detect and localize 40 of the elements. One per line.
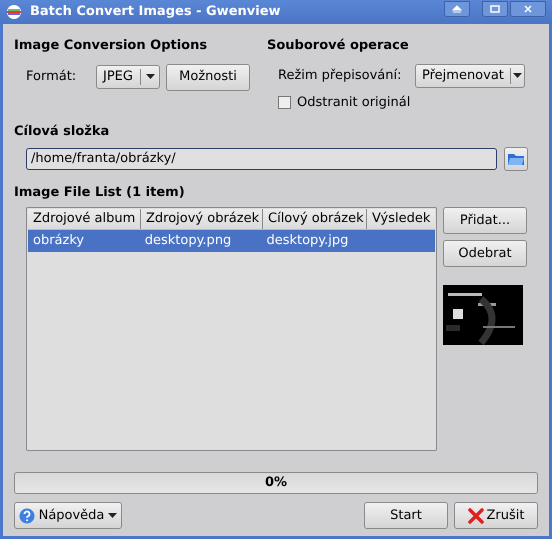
folder-icon bbox=[507, 151, 525, 166]
column-header[interactable]: Cílový obrázek bbox=[262, 209, 366, 229]
table-row[interactable]: obrázky desktopy.png desktopy.jpg bbox=[28, 230, 435, 252]
section-heading: Image Conversion Options bbox=[14, 37, 208, 55]
cancel-button[interactable]: Zrušit bbox=[454, 502, 538, 529]
table-cell-text: obrázky bbox=[32, 232, 86, 250]
browse-folder-button[interactable] bbox=[504, 146, 528, 170]
caret-icon bbox=[108, 512, 118, 518]
format-label: Formát: bbox=[26, 68, 78, 86]
column-header[interactable]: Zdrojové album bbox=[28, 209, 140, 229]
help-icon bbox=[18, 508, 35, 524]
column-header[interactable]: Výsledek bbox=[366, 209, 436, 229]
format-dropdown[interactable]: JPEG bbox=[96, 65, 160, 89]
table-cell-text: desktopy.png bbox=[144, 232, 232, 250]
section-heading: Image File List (1 item) bbox=[14, 184, 186, 202]
close-button[interactable] bbox=[510, 1, 546, 17]
maximize-button[interactable] bbox=[482, 1, 508, 17]
table-cell-text: desktopy.jpg bbox=[265, 232, 350, 250]
close-icon bbox=[523, 5, 533, 13]
maximize-icon bbox=[490, 5, 500, 13]
section-heading: Cílová složka bbox=[14, 123, 110, 141]
overwrite-dropdown[interactable]: Přejmenovat bbox=[415, 64, 525, 88]
options-button[interactable]: Možnosti bbox=[166, 64, 250, 90]
caret-icon bbox=[512, 72, 522, 78]
delete-original-checkbox[interactable]: Odstranit originál bbox=[267, 92, 525, 112]
app-icon bbox=[6, 4, 22, 20]
progress-label: 0% bbox=[264, 474, 288, 492]
shade-button[interactable] bbox=[444, 1, 470, 17]
section-heading: Souborové operace bbox=[267, 37, 410, 55]
eject-icon bbox=[452, 5, 462, 13]
close-icon bbox=[468, 508, 484, 524]
remove-button[interactable]: Odebrat bbox=[443, 240, 527, 267]
help-button[interactable]: Nápověda bbox=[14, 502, 122, 529]
window-title: Batch Convert Images - Gwenview bbox=[30, 3, 282, 22]
start-button[interactable]: Start bbox=[364, 502, 448, 529]
destination-field[interactable]: /home/franta/obrázky/ bbox=[26, 148, 497, 170]
column-header[interactable]: Zdrojový obrázek bbox=[140, 209, 262, 229]
caret-icon bbox=[146, 74, 154, 80]
add-button[interactable]: Přidat... bbox=[443, 207, 527, 234]
overwrite-label: Režim přepisování: bbox=[278, 66, 402, 85]
